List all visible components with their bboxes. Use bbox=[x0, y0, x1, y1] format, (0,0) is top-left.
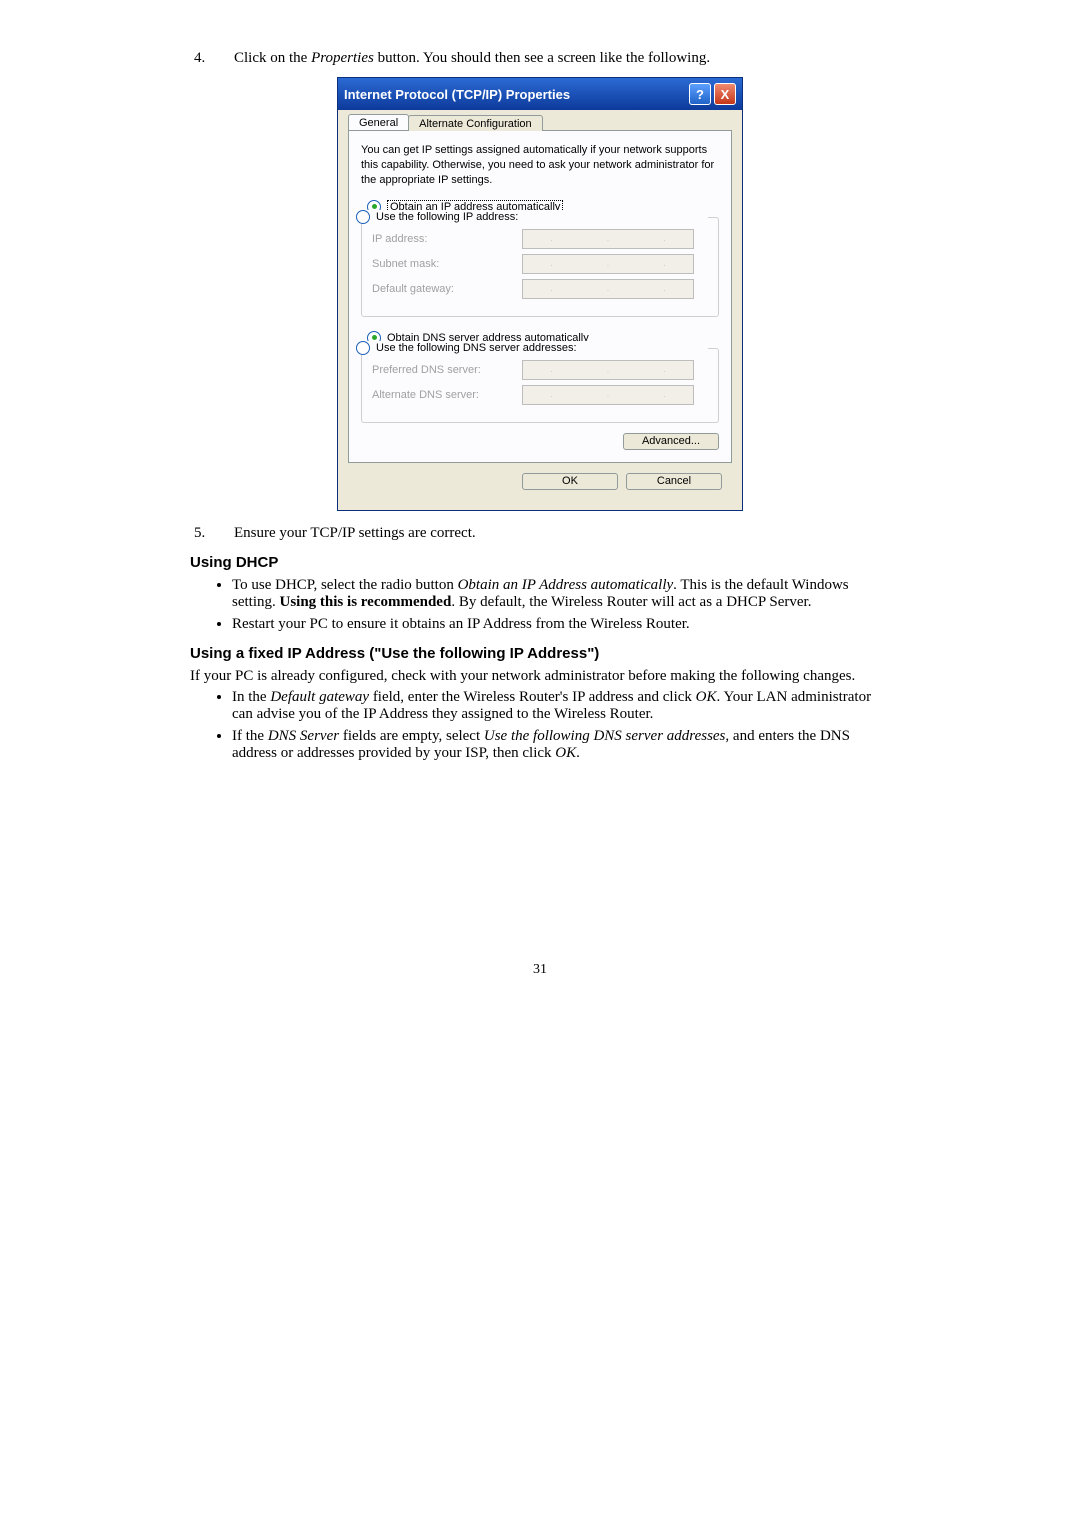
dialog-footer: OK Cancel bbox=[348, 463, 732, 500]
text: field, enter the Wireless Router's IP ad… bbox=[369, 689, 696, 705]
text-em: DNS Server bbox=[268, 728, 339, 744]
ip-manual-group: Use the following IP address: IP address… bbox=[361, 217, 719, 317]
list-item: If the DNS Server fields are empty, sele… bbox=[232, 728, 890, 762]
heading-fixed-ip: Using a fixed IP Address ("Use the follo… bbox=[190, 645, 890, 662]
ip-address-field[interactable]: ... bbox=[522, 229, 694, 249]
cancel-button[interactable]: Cancel bbox=[626, 473, 722, 490]
text-em: OK bbox=[696, 689, 717, 705]
dns-manual-group: Use the following DNS server addresses: … bbox=[361, 348, 719, 423]
text: . By default, the Wireless Router will a… bbox=[451, 594, 811, 610]
step4-text-a: Click on the bbox=[234, 50, 311, 66]
dialog-body: General Alternate Configuration You can … bbox=[338, 110, 742, 510]
default-gateway-field[interactable]: ... bbox=[522, 279, 694, 299]
preferred-dns-label: Preferred DNS server: bbox=[372, 364, 522, 376]
preferred-dns-field[interactable]: ... bbox=[522, 360, 694, 380]
alternate-dns-field[interactable]: ... bbox=[522, 385, 694, 405]
fixed-list: In the Default gateway field, enter the … bbox=[190, 689, 890, 762]
alternate-dns-label: Alternate DNS server: bbox=[372, 389, 522, 401]
text: Restart your PC to ensure it obtains an … bbox=[232, 616, 690, 632]
text-em: Use the following DNS server addresses bbox=[484, 728, 726, 744]
subnet-mask-field[interactable]: ... bbox=[522, 254, 694, 274]
step-text: Click on the Properties button. You shou… bbox=[234, 50, 890, 67]
step-number: 5. bbox=[190, 525, 234, 542]
close-icon[interactable]: X bbox=[714, 83, 736, 105]
text: fields are empty, select bbox=[339, 728, 484, 744]
advanced-row: Advanced... bbox=[361, 433, 719, 450]
text-em: OK bbox=[555, 745, 576, 761]
step4-text-b: button. You should then see a screen lik… bbox=[374, 50, 710, 66]
tabs: General Alternate Configuration bbox=[348, 114, 732, 130]
text: To use DHCP, select the radio button bbox=[232, 577, 458, 593]
dhcp-list: To use DHCP, select the radio button Obt… bbox=[190, 577, 890, 633]
step-number: 4. bbox=[190, 50, 234, 67]
text: In the bbox=[232, 689, 270, 705]
tab-alternate-configuration[interactable]: Alternate Configuration bbox=[408, 115, 543, 131]
step-5: 5. Ensure your TCP/IP settings are corre… bbox=[190, 525, 890, 542]
text-em: Default gateway bbox=[270, 689, 369, 705]
dialog-container: Internet Protocol (TCP/IP) Properties ? … bbox=[190, 77, 890, 511]
tcpip-properties-dialog: Internet Protocol (TCP/IP) Properties ? … bbox=[337, 77, 743, 511]
label-use-following-ip: Use the following IP address: bbox=[376, 211, 518, 223]
radio-use-following-ip[interactable] bbox=[356, 210, 370, 224]
step4-text-em: Properties bbox=[311, 50, 374, 66]
label-use-following-dns: Use the following DNS server addresses: bbox=[376, 342, 577, 354]
titlebar-icons: ? X bbox=[689, 83, 736, 105]
dialog-description: You can get IP settings assigned automat… bbox=[361, 143, 719, 188]
text: . bbox=[576, 745, 580, 761]
page-number: 31 bbox=[190, 962, 890, 978]
list-item: Restart your PC to ensure it obtains an … bbox=[232, 616, 890, 633]
text: If the bbox=[232, 728, 268, 744]
text-em: Obtain an IP Address automatically bbox=[458, 577, 674, 593]
list-item: To use DHCP, select the radio button Obt… bbox=[232, 577, 890, 611]
tab-panel: You can get IP settings assigned automat… bbox=[348, 130, 732, 463]
document-page: 4. Click on the Properties button. You s… bbox=[190, 50, 890, 978]
heading-using-dhcp: Using DHCP bbox=[190, 554, 890, 571]
radio-use-following-dns[interactable] bbox=[356, 341, 370, 355]
ip-group-wrap: Obtain an IP address automatically Use t… bbox=[361, 200, 719, 317]
advanced-button[interactable]: Advanced... bbox=[623, 433, 719, 450]
dns-group-wrap: Obtain DNS server address automatically … bbox=[361, 331, 719, 423]
text-strong: Using this is recommended bbox=[280, 594, 452, 610]
ip-address-label: IP address: bbox=[372, 233, 522, 245]
default-gateway-label: Default gateway: bbox=[372, 283, 522, 295]
list-item: In the Default gateway field, enter the … bbox=[232, 689, 890, 723]
help-icon[interactable]: ? bbox=[689, 83, 711, 105]
step-text: Ensure your TCP/IP settings are correct. bbox=[234, 525, 890, 542]
step-4: 4. Click on the Properties button. You s… bbox=[190, 50, 890, 67]
fixed-intro: If your PC is already configured, check … bbox=[190, 668, 890, 685]
tab-general[interactable]: General bbox=[348, 114, 409, 130]
titlebar: Internet Protocol (TCP/IP) Properties ? … bbox=[338, 78, 742, 110]
subnet-mask-label: Subnet mask: bbox=[372, 258, 522, 270]
dialog-title: Internet Protocol (TCP/IP) Properties bbox=[344, 87, 570, 102]
ok-button[interactable]: OK bbox=[522, 473, 618, 490]
